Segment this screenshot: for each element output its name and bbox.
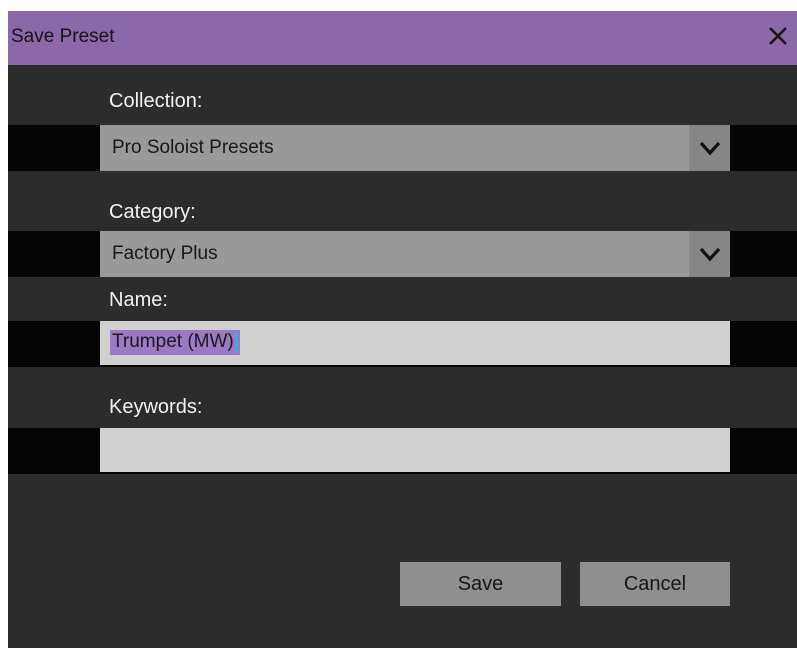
close-icon: [769, 27, 787, 45]
category-value: Factory Plus: [112, 243, 218, 264]
text-caret: [234, 331, 238, 353]
title-bar: Save Preset: [8, 11, 797, 65]
category-label: Category:: [109, 201, 196, 223]
collection-dropdown-button[interactable]: [689, 125, 730, 171]
category-dropdown-button[interactable]: [689, 231, 730, 277]
keywords-input[interactable]: [100, 428, 730, 472]
chevron-down-icon: [699, 247, 720, 262]
collection-value: Pro Soloist Presets: [112, 137, 274, 158]
chevron-down-icon: [699, 141, 720, 156]
name-value: Trumpet (MW): [112, 331, 234, 352]
name-selected-text: Trumpet (MW): [110, 330, 240, 355]
collection-label: Collection:: [109, 90, 203, 112]
keywords-label: Keywords:: [109, 396, 203, 418]
collection-select[interactable]: Pro Soloist Presets: [100, 125, 730, 171]
name-input[interactable]: Trumpet (MW): [100, 321, 730, 365]
name-label: Name:: [109, 289, 168, 311]
dialog-title: Save Preset: [11, 26, 115, 47]
save-preset-dialog: Save Preset Collection: Pro Soloist Pres…: [8, 11, 797, 648]
close-button[interactable]: [761, 16, 795, 56]
cancel-button[interactable]: Cancel: [580, 562, 730, 606]
save-button[interactable]: Save: [400, 562, 561, 606]
category-select[interactable]: Factory Plus: [100, 231, 730, 277]
